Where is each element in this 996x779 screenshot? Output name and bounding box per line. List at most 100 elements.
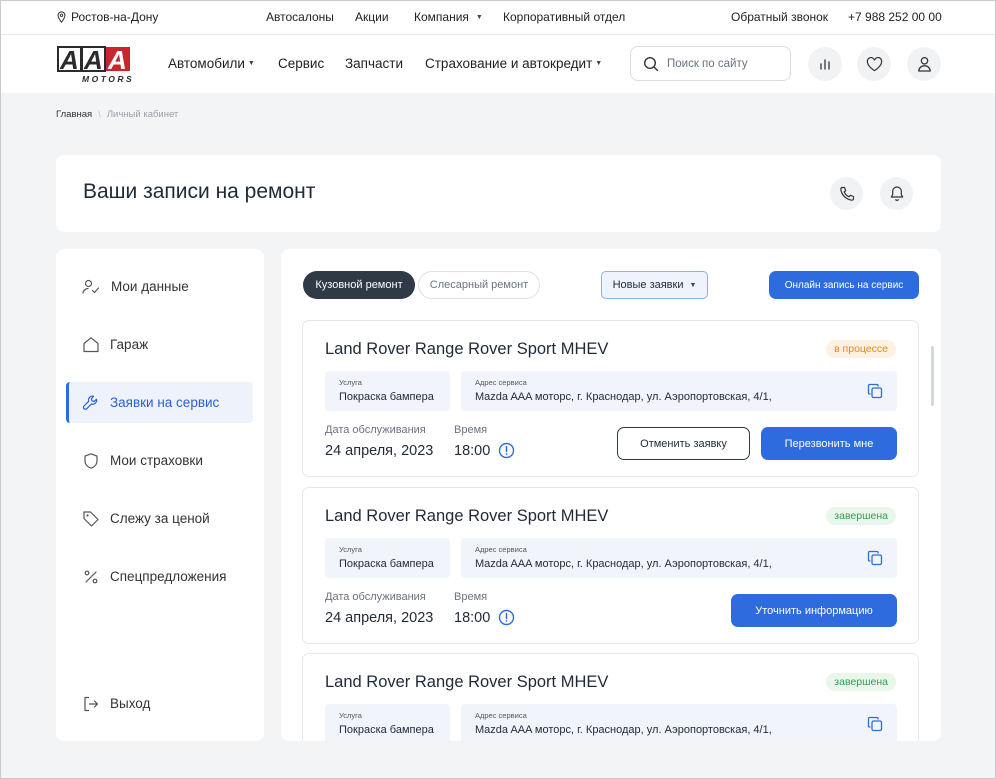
status-badge: в процессе <box>826 340 896 358</box>
caret-down-icon: ▼ <box>247 60 255 67</box>
city-selector[interactable]: Ростов-на-Дону <box>56 10 158 24</box>
time-value: 18:00 <box>454 443 491 459</box>
copy-icon[interactable] <box>867 550 883 566</box>
service-label: Услуга <box>339 711 362 720</box>
breadcrumb-separator: \ <box>98 109 101 120</box>
logout-label: Выход <box>110 696 151 711</box>
topbar-link-promos[interactable]: Акции <box>355 10 389 24</box>
car-name: Land Rover Range Rover Sport MHEV <box>325 673 609 691</box>
nav-insurance-credit[interactable]: Страхование и автокредит ▼ <box>425 56 602 71</box>
nav-service[interactable]: Сервис <box>278 56 324 71</box>
time-label: Время <box>454 591 488 603</box>
car-name: Land Rover Range Rover Sport MHEV <box>325 340 609 358</box>
scrollbar[interactable] <box>931 346 934 406</box>
topbar-company-label: Компания <box>414 10 469 24</box>
service-box: Услуга Покраска бампера <box>325 538 450 578</box>
phone-link[interactable]: +7 988 252 00 00 <box>848 10 942 24</box>
favorites-button[interactable] <box>857 47 891 81</box>
copy-icon[interactable] <box>867 383 883 399</box>
breadcrumb: Главная \ Личный кабинет <box>56 109 178 120</box>
service-value: Покраска бампера <box>339 724 434 736</box>
breadcrumb-home[interactable]: Главная <box>56 109 92 120</box>
tab-body-repair[interactable]: Кузовной ремонт <box>303 271 415 299</box>
svg-text:A: A <box>107 45 127 75</box>
svg-text:A: A <box>59 45 79 75</box>
status-filter-label: Новые заявки <box>612 279 684 291</box>
account-button[interactable] <box>907 47 941 81</box>
address-value: Mazda AAA моторс, г. Краснодар, ул. Аэро… <box>475 391 772 403</box>
address-label: Адрес сервиса <box>475 711 527 720</box>
service-value: Покраска бампера <box>339 391 434 403</box>
call-me-button[interactable]: Перезвонить мне <box>761 427 897 460</box>
call-button[interactable] <box>830 177 863 210</box>
notifications-button[interactable] <box>880 177 913 210</box>
time-label: Время <box>454 424 488 436</box>
service-label: Услуга <box>339 545 362 554</box>
tab-mechanical-repair[interactable]: Слесарный ремонт <box>418 271 540 299</box>
sidebar-item-label: Слежу за ценой <box>110 511 210 526</box>
caret-down-icon: ▼ <box>595 60 603 67</box>
sidebar-item-service-requests[interactable]: Заявки на сервис <box>66 382 253 423</box>
user-check-icon <box>82 279 101 295</box>
nav-cars-label: Автомобили <box>168 56 245 71</box>
bar-chart-icon <box>818 57 832 71</box>
shield-icon <box>82 452 100 470</box>
callback-link[interactable]: Обратный звонок <box>731 10 828 24</box>
status-badge: завершена <box>826 507 896 525</box>
address-box: Адрес сервиса Mazda AAA моторс, г. Красн… <box>461 538 897 578</box>
home-icon <box>82 336 100 353</box>
page-header-card: Ваши записи на ремонт <box>56 155 941 232</box>
topbar: Ростов-на-Дону Автосалоны Акции Компания… <box>0 0 996 35</box>
status-filter-dropdown[interactable]: Новые заявки ▼ <box>601 271 708 299</box>
topbar-link-salons[interactable]: Автосалоны <box>266 10 334 24</box>
sidebar-item-label: Мои страховки <box>110 453 203 468</box>
sidebar-item-label: Спецпредложения <box>110 569 227 584</box>
nav-parts[interactable]: Запчасти <box>345 56 403 71</box>
request-card: Land Rover Range Rover Sport MHEV заверш… <box>302 653 919 741</box>
percent-icon <box>82 568 100 586</box>
service-label: Услуга <box>339 378 362 387</box>
cancel-request-button[interactable]: Отменить заявку <box>617 427 750 460</box>
sidebar-item-special-offers[interactable]: Спецпредложения <box>66 556 253 597</box>
compare-button[interactable] <box>808 47 842 81</box>
address-label: Адрес сервиса <box>475 378 527 387</box>
car-name: Land Rover Range Rover Sport MHEV <box>325 507 609 525</box>
date-value: 24 апреля, 2023 <box>325 610 434 626</box>
date-label: Дата обслуживания <box>325 591 426 603</box>
topbar-link-company[interactable]: Компания ▼ <box>414 10 483 24</box>
info-icon[interactable] <box>498 609 515 626</box>
request-card: Land Rover Range Rover Sport MHEV заверш… <box>302 487 919 644</box>
logout-button[interactable]: Выход <box>66 683 253 724</box>
service-value: Покраска бампера <box>339 558 434 570</box>
search-input[interactable] <box>667 57 777 70</box>
sidebar-item-garage[interactable]: Гараж <box>66 324 253 365</box>
copy-icon[interactable] <box>867 716 883 732</box>
nav-cars[interactable]: Автомобили ▼ <box>168 56 255 71</box>
date-label: Дата обслуживания <box>325 424 426 436</box>
sidebar-item-price-watch[interactable]: Слежу за ценой <box>66 498 253 539</box>
date-value: 24 апреля, 2023 <box>325 443 434 459</box>
sidebar-item-label: Мои данные <box>111 279 189 294</box>
aaa-motors-logo[interactable]: A A A MOTORS <box>56 45 132 85</box>
page-title: Ваши записи на ремонт <box>83 180 316 203</box>
search-icon <box>643 56 659 72</box>
address-box: Адрес сервиса Mazda AAA моторс, г. Красн… <box>461 704 897 741</box>
address-value: Mazda AAA моторс, г. Краснодар, ул. Аэро… <box>475 724 772 736</box>
sidebar-item-label: Гараж <box>110 337 149 352</box>
user-icon <box>917 56 932 72</box>
topbar-link-corporate[interactable]: Корпоративный отдел <box>503 10 625 24</box>
address-box: Адрес сервиса Mazda AAA моторс, г. Красн… <box>461 371 897 411</box>
status-badge: завершена <box>826 673 896 691</box>
sidebar-item-insurance[interactable]: Мои страховки <box>66 440 253 481</box>
sidebar-item-my-data[interactable]: Мои данные <box>66 266 253 307</box>
service-box: Услуга Покраска бампера <box>325 704 450 741</box>
online-booking-button[interactable]: Онлайн запись на сервис <box>769 271 919 299</box>
breadcrumb-current: Личный кабинет <box>106 109 179 120</box>
address-label: Адрес сервиса <box>475 545 527 554</box>
caret-down-icon: ▼ <box>689 281 697 289</box>
clarify-info-button[interactable]: Уточнить информацию <box>731 594 897 627</box>
svg-text:MOTORS: MOTORS <box>82 74 132 84</box>
info-icon[interactable] <box>498 442 515 459</box>
requests-panel: Кузовной ремонт Слесарный ремонт Новые з… <box>281 249 941 741</box>
search-box[interactable] <box>630 46 791 81</box>
